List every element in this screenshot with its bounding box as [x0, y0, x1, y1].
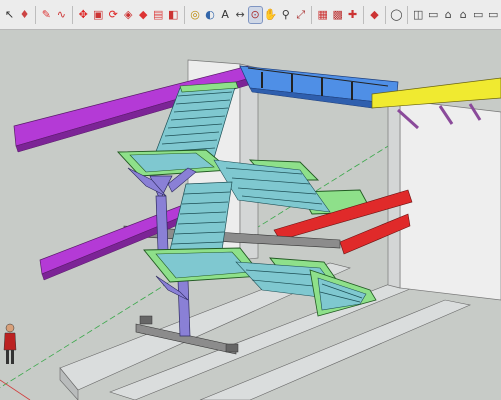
3d-model-scene[interactable] — [0, 30, 501, 400]
offset-icon[interactable]: ▤ — [152, 7, 165, 23]
freehand-icon[interactable]: ∿ — [55, 7, 68, 23]
protractor-icon[interactable]: ◐ — [204, 7, 217, 23]
iso-view-icon[interactable]: ◫ — [412, 7, 425, 23]
middle-stair-flight[interactable] — [169, 181, 233, 251]
extension-icon[interactable]: ◆ — [368, 7, 381, 23]
toolbar-separator — [183, 5, 185, 24]
left-view-icon[interactable]: ▭ — [487, 7, 500, 23]
select-icon[interactable]: ↖ — [3, 7, 16, 23]
top-view-icon[interactable]: ▭ — [427, 7, 440, 23]
push-pull-icon[interactable]: ▣ — [92, 7, 105, 23]
extension-warehouse-icon[interactable]: ✚ — [346, 7, 359, 23]
user-account-icon[interactable]: ◯ — [390, 7, 403, 23]
front-view-icon[interactable]: ⌂ — [442, 7, 455, 23]
share-model-icon[interactable]: ▩ — [331, 7, 344, 23]
sketchup-window: ↖ ♦ ✎ ∿ ✥ ▣ ⟳ ◈ ◆ ▤ ◧ ◎ ◐ A ↔ ⊙ ✋ ⚲ ⤢ ▦ ▩ ✚ ◆ ◯ ◫ ▭ ⌂ ⌂ ▭ ▭ — [0, 0, 501, 400]
pencil-icon[interactable]: ✎ — [40, 7, 53, 23]
main-toolbar: ↖ ♦ ✎ ∿ ✥ ▣ ⟳ ◈ ◆ ▤ ◧ ◎ ◐ A ↔ ⊙ ✋ ⚲ ⤢ ▦ ▩ ✚ ◆ ◯ ◫ ▭ ⌂ ⌂ ▭ ▭ — [0, 0, 501, 30]
back-view-icon[interactable]: ▭ — [472, 7, 485, 23]
dimension-icon[interactable]: ↔ — [234, 7, 247, 23]
toolbar-separator — [406, 5, 408, 24]
toolbar-separator — [311, 5, 313, 24]
toolbar-separator — [35, 5, 36, 24]
pan-icon[interactable]: ✋ — [264, 7, 278, 23]
zoom-icon[interactable]: ⚲ — [279, 7, 292, 23]
paint-bucket-icon[interactable]: ♦ — [18, 7, 31, 23]
toolbar-separator — [71, 5, 73, 24]
model-viewport[interactable] — [0, 30, 501, 400]
red-axis — [0, 379, 31, 400]
warehouse-icon[interactable]: ▦ — [316, 7, 329, 23]
toolbar-separator — [385, 5, 386, 24]
follow-me-icon[interactable]: ◆ — [137, 7, 150, 23]
right-view-icon[interactable]: ⌂ — [457, 7, 470, 23]
move-icon[interactable]: ✥ — [77, 7, 90, 23]
zoom-extents-icon[interactable]: ⤢ — [294, 7, 307, 23]
scale-figure[interactable] — [3, 323, 17, 364]
bottom-stair-flight[interactable] — [309, 269, 377, 317]
toolbar-separator — [363, 5, 364, 24]
scale-icon[interactable]: ◈ — [122, 7, 135, 23]
flip-icon[interactable]: ◧ — [167, 7, 180, 23]
rotate-icon[interactable]: ⟳ — [107, 7, 120, 23]
tape-measure-icon[interactable]: ◎ — [189, 7, 202, 23]
orbit-icon[interactable]: ⊙ — [247, 5, 263, 24]
text-icon[interactable]: A — [219, 7, 232, 23]
